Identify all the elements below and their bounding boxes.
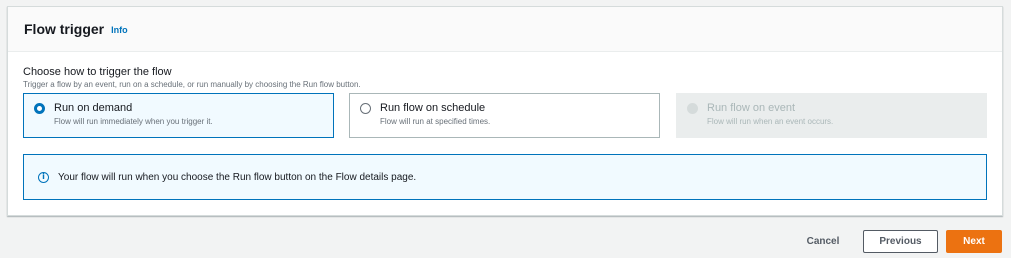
previous-button[interactable]: Previous <box>863 230 938 253</box>
tile-run-on-demand[interactable]: Run on demand Flow will run immediately … <box>23 93 334 138</box>
tile-description: Flow will run immediately when you trigg… <box>54 117 213 126</box>
panel-header: Flow trigger Info <box>8 7 1002 52</box>
tile-run-flow-on-schedule[interactable]: Run flow on schedule Flow will run at sp… <box>349 93 660 138</box>
info-alert: i Your flow will run when you choose the… <box>23 154 987 200</box>
tile-description: Flow will run at specified times. <box>380 117 491 126</box>
radio-run-flow-on-schedule[interactable] <box>360 103 371 114</box>
radio-run-on-demand[interactable] <box>34 103 45 114</box>
tile-title: Run flow on schedule <box>380 102 486 114</box>
tile-run-flow-on-event: Run flow on event Flow will run when an … <box>676 93 987 138</box>
flow-trigger-panel: Flow trigger Info Choose how to trigger … <box>7 6 1003 216</box>
tile-title: Run flow on event <box>707 102 796 114</box>
cancel-button[interactable]: Cancel <box>796 230 850 253</box>
tile-title: Run on demand <box>54 102 133 114</box>
trigger-section-description: Trigger a flow by an event, run on a sch… <box>23 80 361 89</box>
info-icon: i <box>38 171 49 183</box>
radio-run-flow-on-event <box>687 103 698 114</box>
alert-text: Your flow will run when you choose the R… <box>58 171 417 183</box>
next-button[interactable]: Next <box>946 230 1002 253</box>
panel-title: Flow trigger <box>24 21 105 37</box>
info-link[interactable]: Info <box>111 25 128 35</box>
tile-description: Flow will run when an event occurs. <box>707 117 834 126</box>
trigger-section-label: Choose how to trigger the flow <box>23 66 172 78</box>
